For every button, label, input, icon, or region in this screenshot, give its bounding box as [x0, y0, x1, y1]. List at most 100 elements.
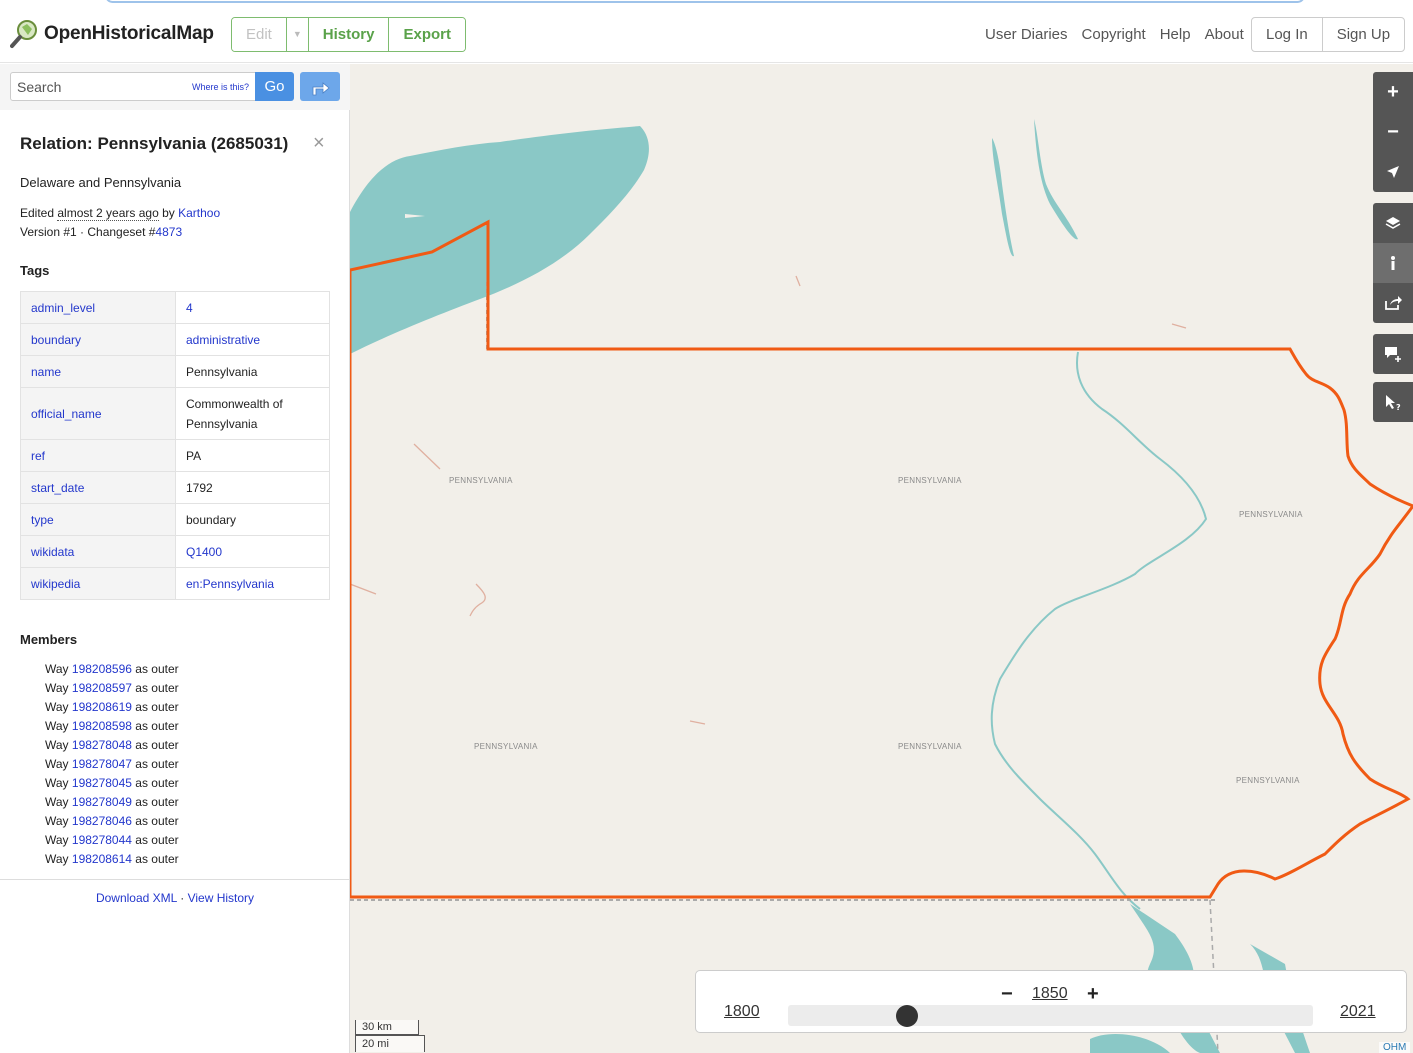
tag-key[interactable]: name	[20, 355, 176, 388]
member-way-link[interactable]: 198278046	[72, 814, 132, 828]
nav-about[interactable]: About	[1205, 26, 1244, 43]
tag-row: wikipedia en:Pennsylvania	[20, 567, 330, 600]
current-year[interactable]: 1850	[1032, 985, 1068, 1003]
tag-value: Pennsylvania	[175, 355, 330, 388]
signup-button[interactable]: Sign Up	[1323, 18, 1404, 51]
tag-row: type boundary	[20, 503, 330, 536]
directions-icon	[312, 81, 330, 95]
members-heading: Members	[20, 632, 78, 647]
member-way-link[interactable]: 198278045	[72, 776, 132, 790]
member-way-link[interactable]: 198208619	[72, 700, 132, 714]
nav-user-diaries[interactable]: User Diaries	[985, 26, 1068, 43]
tag-value: PA	[175, 439, 330, 472]
history-button[interactable]: History	[308, 18, 390, 51]
site-header: OpenHistoricalMap Edit ▼ History Export …	[0, 7, 1413, 63]
tag-key[interactable]: official_name	[20, 387, 176, 440]
zoom-out-icon[interactable]: −	[1373, 112, 1413, 152]
scale-mi: 20 mi	[355, 1035, 425, 1052]
tag-row: start_date 1792	[20, 471, 330, 504]
member-way-link[interactable]: 198208596	[72, 662, 132, 676]
scale-bar: 30 km 20 mi	[355, 1020, 425, 1052]
member-role: as outer	[131, 833, 179, 847]
slider-handle[interactable]	[895, 1005, 918, 1027]
tag-value[interactable]: Q1400	[175, 535, 330, 568]
member-role: as outer	[131, 719, 179, 733]
list-item: Way 198208596 as outer	[45, 660, 179, 679]
member-type: Way	[45, 757, 72, 771]
member-way-link[interactable]: 198278049	[72, 795, 132, 809]
tag-key[interactable]: admin_level	[20, 291, 176, 324]
map-label: PENNSYLVANIA	[449, 476, 513, 485]
locate-icon[interactable]	[1373, 152, 1413, 192]
changeset-link[interactable]: 4873	[155, 225, 182, 239]
start-year[interactable]: 1800	[724, 1003, 760, 1021]
edit-dropdown-chevron-icon[interactable]: ▼	[286, 18, 309, 51]
tag-value[interactable]: en:Pennsylvania	[175, 567, 330, 600]
zoom-in-icon[interactable]: +	[1373, 72, 1413, 112]
tag-row: wikidata Q1400	[20, 535, 330, 568]
time-slider: − 1850 + 1800 2021	[695, 970, 1407, 1033]
list-item: Way 198278048 as outer	[45, 736, 179, 755]
tag-key[interactable]: start_date	[20, 471, 176, 504]
view-history-link[interactable]: View History	[188, 891, 254, 905]
login-button[interactable]: Log In	[1252, 18, 1323, 51]
tag-key[interactable]: wikidata	[20, 535, 176, 568]
attribution[interactable]: OHM	[1379, 1042, 1411, 1053]
editor-link[interactable]: Karthoo	[178, 206, 220, 220]
auth-button-group: Log In Sign Up	[1251, 17, 1406, 52]
tag-key[interactable]: type	[20, 503, 176, 536]
member-way-link[interactable]: 198278047	[72, 757, 132, 771]
member-role: as outer	[131, 852, 179, 866]
member-way-link[interactable]: 198278044	[72, 833, 132, 847]
info-icon[interactable]	[1373, 243, 1413, 283]
where-is-this-link[interactable]: Where is this?	[192, 82, 249, 92]
edited-by-text: by	[158, 206, 179, 220]
member-type: Way	[45, 719, 72, 733]
member-type: Way	[45, 776, 72, 790]
map[interactable]: PENNSYLVANIA PENNSYLVANIA PENNSYLVANIA P…	[350, 64, 1413, 1053]
list-item: Way 198278046 as outer	[45, 812, 179, 831]
close-icon[interactable]: ×	[313, 132, 325, 155]
member-type: Way	[45, 681, 72, 695]
query-controls: ?	[1373, 382, 1413, 422]
road-3	[689, 720, 706, 725]
list-item: Way 198278049 as outer	[45, 793, 179, 812]
tag-key[interactable]: boundary	[20, 323, 176, 356]
member-way-link[interactable]: 198278048	[72, 738, 132, 752]
end-year[interactable]: 2021	[1340, 1003, 1376, 1021]
query-features-icon[interactable]: ?	[1373, 382, 1413, 422]
go-button[interactable]: Go	[255, 72, 294, 101]
download-xml-link[interactable]: Download XML	[96, 891, 177, 905]
nav-copyright[interactable]: Copyright	[1082, 26, 1146, 43]
member-way-link[interactable]: 198208597	[72, 681, 132, 695]
magnifier-logo-icon	[10, 20, 37, 48]
layers-icon[interactable]	[1373, 203, 1413, 243]
member-way-link[interactable]: 198208614	[72, 852, 132, 866]
edit-button[interactable]: Edit	[232, 18, 287, 51]
tag-value[interactable]: 4	[175, 291, 330, 324]
tag-value[interactable]: administrative	[175, 323, 330, 356]
export-button[interactable]: Export	[389, 18, 465, 51]
address-bar[interactable]	[105, 0, 1305, 3]
directions-button[interactable]	[300, 72, 340, 101]
map-label: PENNSYLVANIA	[1239, 510, 1303, 519]
slider-track[interactable]	[788, 1005, 1313, 1026]
tag-key[interactable]: wikipedia	[20, 567, 176, 600]
search-input[interactable]: Search Where is this?	[10, 72, 256, 101]
tag-row: name Pennsylvania	[20, 355, 330, 388]
add-note-icon[interactable]	[1373, 334, 1413, 374]
edited-time: almost 2 years ago	[57, 206, 159, 221]
year-decrement-button[interactable]: −	[1001, 983, 1013, 1006]
member-role: as outer	[131, 795, 179, 809]
year-increment-button[interactable]: +	[1087, 983, 1099, 1006]
nav-help[interactable]: Help	[1160, 26, 1191, 43]
logo[interactable]: OpenHistoricalMap	[10, 19, 214, 49]
list-item: Way 198208598 as outer	[45, 717, 179, 736]
tag-row: admin_level 4	[20, 291, 330, 324]
top-nav: User Diaries Copyright Help About	[985, 26, 1258, 43]
tag-key[interactable]: ref	[20, 439, 176, 472]
member-way-link[interactable]: 198208598	[72, 719, 132, 733]
footer-separator: ·	[176, 891, 188, 905]
share-icon[interactable]	[1373, 283, 1413, 323]
search-placeholder: Search	[17, 78, 62, 95]
